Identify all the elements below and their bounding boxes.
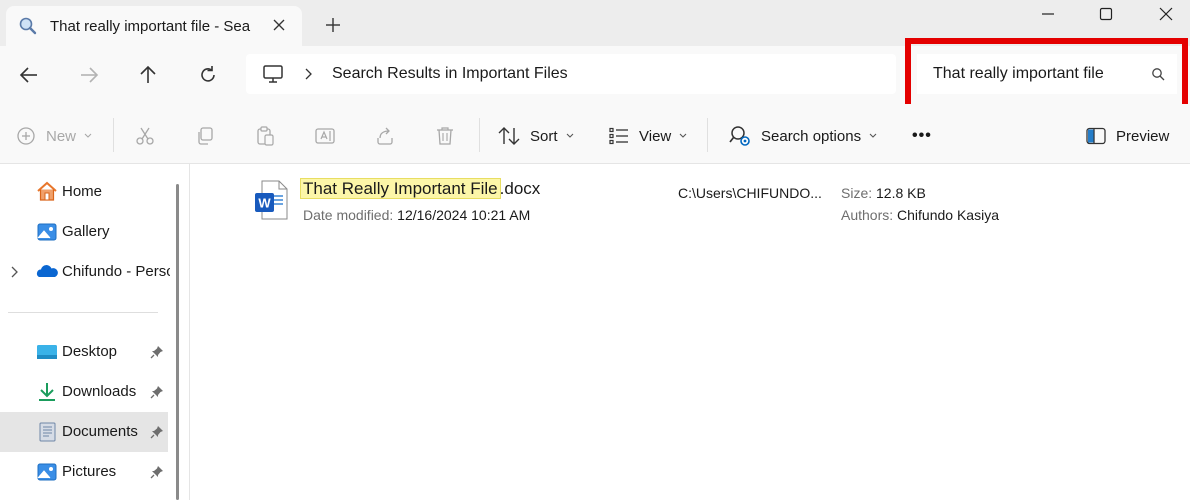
sidebar-item-gallery[interactable]: Gallery xyxy=(0,212,168,252)
refresh-icon[interactable] xyxy=(197,64,219,86)
file-authors: Authors: Chifundo Kasiya xyxy=(841,207,999,223)
new-button[interactable]: New xyxy=(16,124,92,148)
pin-icon[interactable] xyxy=(150,345,164,359)
minimize-icon xyxy=(1042,13,1054,15)
word-document-icon: W xyxy=(255,180,288,220)
address-bar[interactable]: Search Results in Important Files xyxy=(246,54,896,94)
close-tab-icon[interactable] xyxy=(270,16,288,34)
toolbar-divider xyxy=(479,118,480,152)
desktop-icon xyxy=(37,345,57,359)
sidebar-item-downloads[interactable]: Downloads xyxy=(0,372,168,412)
downloads-icon xyxy=(39,383,55,401)
svg-text:W: W xyxy=(258,196,271,211)
cut-icon[interactable] xyxy=(135,126,155,146)
toolbar-divider xyxy=(707,118,708,152)
chevron-down-icon xyxy=(84,133,92,138)
view-icon xyxy=(609,127,628,145)
sidebar-item-pictures[interactable]: Pictures xyxy=(0,452,168,492)
sidebar-item-documents[interactable]: Documents xyxy=(0,412,168,452)
file-size: Size: 12.8 KB xyxy=(841,185,926,201)
search-match-highlight: That Really Important File xyxy=(300,178,501,199)
sidebar-scrollbar[interactable] xyxy=(176,184,179,500)
search-icon[interactable] xyxy=(1151,67,1165,81)
date-modified-value: 12/16/2024 10:21 AM xyxy=(397,207,531,223)
share-icon[interactable] xyxy=(375,126,395,146)
search-options-button[interactable]: Search options xyxy=(729,124,877,148)
rename-icon[interactable] xyxy=(315,126,335,146)
minimize-button[interactable] xyxy=(1034,4,1062,24)
sidebar-item-desktop[interactable]: Desktop xyxy=(0,332,168,372)
toolbar-divider xyxy=(113,118,114,152)
close-icon xyxy=(1159,7,1173,21)
sidebar-item-label: Home xyxy=(62,183,103,200)
home-icon xyxy=(37,181,57,201)
preview-button[interactable]: Preview xyxy=(1086,124,1169,148)
pane-divider[interactable] xyxy=(189,164,190,500)
maximize-icon xyxy=(1099,7,1113,21)
size-label: Size: xyxy=(841,185,873,201)
preview-pane-icon xyxy=(1086,127,1106,145)
date-modified: Date modified: 12/16/2024 10:21 AM xyxy=(303,207,530,223)
this-pc-icon xyxy=(263,65,283,83)
file-name[interactable]: That Really Important File .docx xyxy=(300,178,541,199)
navigation-pane: Home Gallery Chifundo - Persc Desktop Do… xyxy=(0,164,190,500)
view-label: View xyxy=(639,127,672,145)
sort-label: Sort xyxy=(530,127,558,145)
tab-title: That really important file - Sea xyxy=(50,17,251,35)
onedrive-icon xyxy=(36,265,58,277)
file-path: C:\Users\CHIFUNDO... xyxy=(678,185,822,201)
authors-label: Authors: xyxy=(841,207,894,223)
new-tab-icon[interactable] xyxy=(322,14,344,36)
sort-button[interactable]: Sort xyxy=(498,124,574,148)
breadcrumb[interactable]: Search Results in Important Files xyxy=(332,65,568,83)
documents-icon xyxy=(39,422,56,442)
sidebar-item-home[interactable]: Home xyxy=(0,172,168,212)
pin-icon[interactable] xyxy=(150,465,164,479)
list-item[interactable]: W That Really Important File .docx Date m… xyxy=(250,176,1150,232)
sidebar-item-label: Gallery xyxy=(62,223,110,240)
maximize-button[interactable] xyxy=(1092,4,1120,24)
chevron-right-icon[interactable] xyxy=(10,266,20,278)
search-options-icon xyxy=(729,126,750,146)
more-icon: ••• xyxy=(912,127,932,144)
file-extension: .docx xyxy=(499,179,541,198)
forward-icon[interactable] xyxy=(78,64,100,86)
chevron-down-icon xyxy=(869,133,877,138)
command-bar: New Sort View Search options ••• Preview xyxy=(0,104,1190,164)
paste-icon[interactable] xyxy=(255,126,275,146)
sidebar-divider xyxy=(8,312,158,313)
sort-icon xyxy=(498,127,520,145)
chevron-down-icon xyxy=(679,133,687,138)
search-query: That really important file xyxy=(933,65,1104,82)
add-icon xyxy=(17,127,35,145)
preview-label: Preview xyxy=(1116,127,1170,145)
size-value: 12.8 KB xyxy=(876,185,926,201)
chevron-down-icon xyxy=(566,133,573,138)
see-more-button[interactable]: ••• xyxy=(912,124,932,148)
sidebar-item-label: Chifundo - Persc xyxy=(62,263,170,280)
copy-icon[interactable] xyxy=(195,126,215,146)
back-icon[interactable] xyxy=(18,64,40,86)
delete-icon[interactable] xyxy=(435,126,455,146)
pictures-icon xyxy=(37,463,57,481)
sidebar-item-onedrive[interactable]: Chifundo - Persc xyxy=(0,252,170,292)
window-tab[interactable]: That really important file - Sea xyxy=(6,6,302,46)
pin-icon[interactable] xyxy=(150,425,164,439)
search-icon xyxy=(19,17,37,35)
new-label: New xyxy=(46,127,77,145)
up-icon[interactable] xyxy=(137,64,159,86)
date-modified-label: Date modified: xyxy=(303,207,394,223)
search-options-label: Search options xyxy=(761,127,862,145)
pin-icon[interactable] xyxy=(150,385,164,399)
close-window-button[interactable] xyxy=(1152,4,1180,24)
search-input[interactable]: That really important file xyxy=(917,54,1177,94)
gallery-icon xyxy=(37,223,57,241)
view-button[interactable]: View xyxy=(609,124,687,148)
authors-value: Chifundo Kasiya xyxy=(897,207,999,223)
chevron-right-icon[interactable] xyxy=(304,68,314,80)
